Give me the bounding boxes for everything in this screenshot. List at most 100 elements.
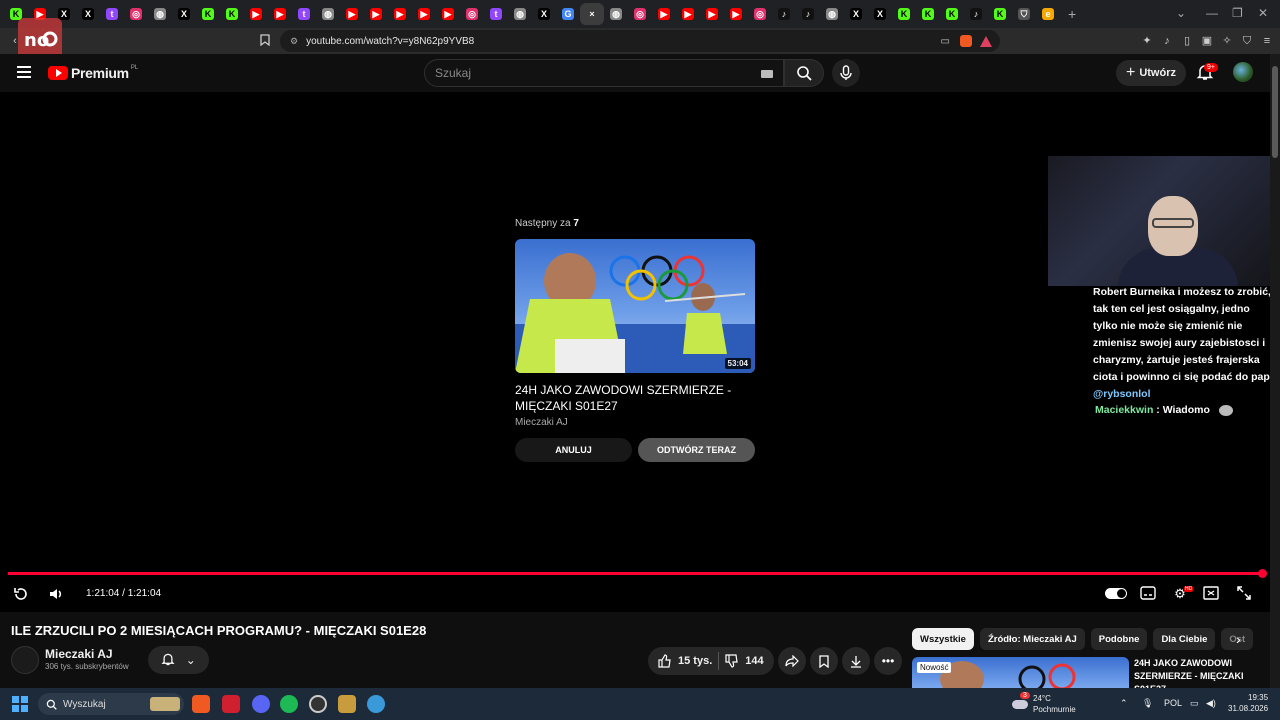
more-actions-button[interactable]: ••• [874,647,902,675]
guide-menu-icon[interactable] [17,66,31,78]
x-tab[interactable]: X [844,3,868,25]
page-scrollbar[interactable] [1270,54,1280,688]
subtitles-icon[interactable] [1140,586,1156,602]
channel-name[interactable]: Mieczaki AJ [45,647,113,661]
spotify-icon[interactable] [280,695,298,713]
channel-avatar[interactable] [11,646,39,674]
youtube-tab[interactable]: ▶ [676,3,700,25]
web-tab[interactable]: ◍ [820,3,844,25]
kick-tab[interactable]: K [892,3,916,25]
create-button[interactable]: + Utwórz [1116,60,1186,86]
vpn-icon[interactable]: ⛉ [1240,34,1254,48]
microphone-tray-icon[interactable]: 🎙 [1142,698,1153,709]
leo-icon[interactable]: ✧ [1220,34,1234,48]
youtube-tab[interactable]: ▶ [364,3,388,25]
cast-icon[interactable]: ▭ [941,36,950,47]
network-icon[interactable]: ▭ [1190,698,1199,709]
twitch-tab[interactable]: t [100,3,124,25]
speaker-icon[interactable]: ◀) [1206,698,1216,709]
instagram-tab[interactable]: ◎ [460,3,484,25]
kick-tab[interactable]: K [940,3,964,25]
brave-rewards-icon[interactable] [980,35,992,47]
scrollbar-thumb[interactable] [1272,66,1278,158]
language-indicator[interactable]: POL [1164,698,1182,708]
weather-widget[interactable]: 24°C Pochmurnie [1012,693,1076,715]
subscribed-button[interactable]: ⌄ [148,646,209,674]
youtube-tab[interactable]: ▶ [412,3,436,25]
league-of-legends-icon[interactable] [338,695,356,713]
autoplay-toggle[interactable] [1105,588,1127,599]
windows-start-icon[interactable] [12,696,28,712]
brave-browser-icon[interactable] [192,695,210,713]
x-tab[interactable]: X [172,3,196,25]
x-tab[interactable]: X [868,3,892,25]
chip-from-channel[interactable]: Źródło: Mieczaki AJ [979,628,1085,650]
extensions-icon[interactable]: ✦ [1140,34,1154,48]
edge-tab[interactable]: e [1036,3,1060,25]
instagram-tab[interactable]: ◎ [124,3,148,25]
app-icon[interactable] [222,695,240,713]
next-video-thumbnail[interactable]: 53:04 [515,239,755,373]
youtube-tab[interactable]: ▶ [652,3,676,25]
save-button[interactable] [810,647,838,675]
music-icon[interactable]: ♪ [1160,34,1174,48]
discord-icon[interactable] [252,695,270,713]
search-input[interactable]: Szukaj [424,59,784,87]
chip-related[interactable]: Podobne [1090,628,1148,650]
share-button[interactable] [778,647,806,675]
kick-tab[interactable]: K [988,3,1012,25]
progress-bar[interactable] [8,572,1262,575]
new-tab-icon[interactable]: + [1068,6,1076,22]
sidebar-icon[interactable]: ▯ [1180,34,1194,48]
kick-tab[interactable]: K [220,3,244,25]
keyboard-icon[interactable] [761,70,773,78]
address-bar[interactable]: ⚙ youtube.com/watch?v=y8N62p9YVB8 ▭ [280,30,1000,52]
x-tab[interactable]: X [76,3,100,25]
search-button[interactable] [784,59,824,87]
dislike-button[interactable]: 144 [725,654,764,668]
close-window-icon[interactable]: ✕ [1258,6,1268,20]
voice-search-button[interactable] [832,59,860,87]
wallet-icon[interactable]: ▣ [1200,34,1214,48]
instagram-tab[interactable]: ◎ [748,3,772,25]
next-video-channel[interactable]: Mieczaki AJ [515,417,568,428]
tray-chevron-icon[interactable]: ⌃ [1120,698,1128,709]
bookmark-icon[interactable] [258,34,272,48]
site-info-icon[interactable]: ⚙ [290,36,298,47]
twitch-tab[interactable]: t [292,3,316,25]
maximize-icon[interactable]: ❐ [1232,6,1243,20]
web-tab[interactable]: ◍ [604,3,628,25]
twitch-tab[interactable]: t [484,3,508,25]
youtube-tab[interactable]: ▶ [388,3,412,25]
tab-search-icon[interactable]: ⌄ [1176,6,1186,20]
youtube-tab[interactable]: ▶ [268,3,292,25]
fullscreen-icon[interactable] [1236,586,1252,602]
menu-icon[interactable]: ≡ [1260,34,1274,48]
chip-for-you[interactable]: Dla Ciebie [1153,628,1216,650]
chevron-right-icon[interactable]: › [1236,631,1241,647]
tiktok-tab[interactable]: ♪ [772,3,796,25]
youtube-tab[interactable]: ▶ [436,3,460,25]
youtube-tab[interactable]: ▶ [244,3,268,25]
globe-app-icon[interactable] [367,695,385,713]
brave-shield-icon[interactable] [960,35,972,47]
tiktok-tab[interactable]: ♪ [964,3,988,25]
google-tab[interactable]: G [556,3,580,25]
web-tab[interactable]: ◍ [148,3,172,25]
x-tab[interactable]: X [532,3,556,25]
download-button[interactable] [842,647,870,675]
volume-icon[interactable] [48,586,64,602]
chip-all[interactable]: Wszystkie [912,628,974,650]
kick-tab[interactable]: K [916,3,940,25]
cancel-autoplay-button[interactable]: ANULUJ [515,438,632,462]
brave-tab[interactable]: ⛉ [1012,3,1036,25]
web-tab[interactable]: ◍ [508,3,532,25]
web-tab[interactable]: ◍ [316,3,340,25]
youtube-tab[interactable]: ▶ [724,3,748,25]
like-button[interactable]: 15 tys. [648,654,712,668]
kick-tab[interactable]: K [196,3,220,25]
close-tab[interactable]: × [580,3,604,25]
next-video-title[interactable]: 24H JAKO ZAWODOWI SZERMIERZE - MIĘCZAKI … [515,382,755,414]
recommendation-title[interactable]: 24H JAKO ZAWODOWI SZERMIERZE - MIĘCZAKI … [1134,657,1264,688]
taskbar-clock[interactable]: 19:35 31.08.2026 [1228,692,1268,714]
